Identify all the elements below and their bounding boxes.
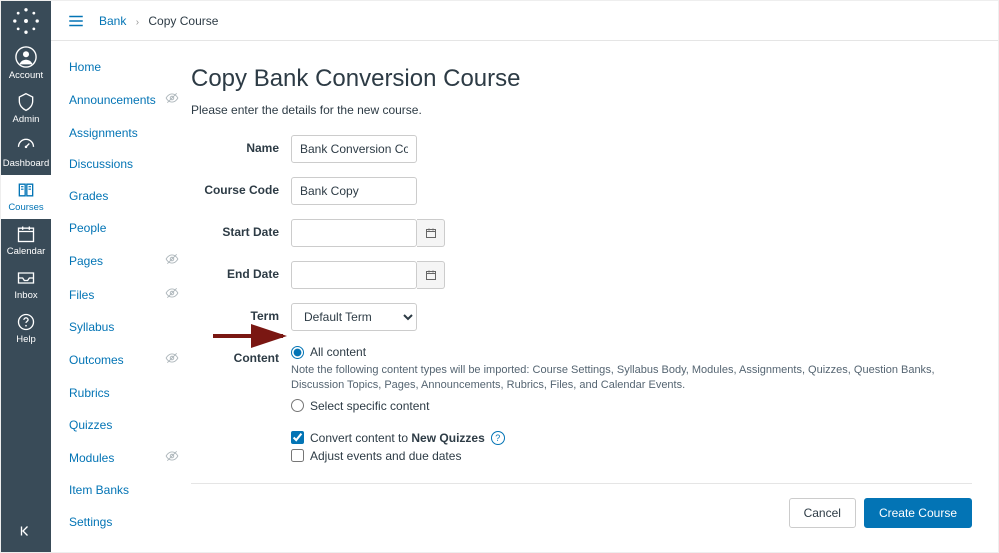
course-nav-item[interactable]: Outcomes [69,347,191,374]
gn-item-help[interactable]: Help [1,307,51,351]
course-nav-item[interactable]: Modules [69,445,191,472]
breadcrumb: Bank › Copy Course [99,14,218,28]
content-label: Content [191,345,291,365]
course-nav-item[interactable]: Files [69,282,191,309]
radio-all-content-input[interactable] [291,346,304,359]
course-nav-item-label: Pages [69,253,103,270]
breadcrumb-leaf: Copy Course [148,14,218,28]
course-nav-item[interactable]: Settings [69,510,191,535]
name-label: Name [191,135,291,155]
top-bar: Bank › Copy Course [51,1,998,41]
course-nav-item[interactable]: People [69,216,191,241]
course-nav-item[interactable]: Announcements [69,87,191,114]
course-nav-item[interactable]: Rubrics [69,381,191,406]
code-input[interactable] [291,177,417,205]
name-input[interactable] [291,135,417,163]
create-course-button[interactable]: Create Course [864,498,972,528]
gn-item-calendar[interactable]: Calendar [1,219,51,263]
course-nav-item-label: Outcomes [69,352,124,369]
gn-item-account[interactable]: Account [1,41,51,87]
course-nav-item-label: Grades [69,188,108,205]
course-nav-item-label: Files [69,287,94,304]
hidden-eye-icon [165,351,179,370]
hidden-eye-icon [165,286,179,305]
course-nav-item[interactable]: Item Banks [69,478,191,503]
calendar-icon [16,224,36,244]
code-label: Course Code [191,177,291,197]
course-nav-item-label: Home [69,59,101,76]
course-nav-item[interactable]: Pages [69,248,191,275]
cancel-button[interactable]: Cancel [789,498,856,528]
hamburger-button[interactable] [65,10,87,32]
page-subhead: Please enter the details for the new cou… [191,103,972,117]
radio-all-content-label: All content [310,345,366,359]
breadcrumb-sep: › [136,17,139,28]
radio-specific-content[interactable]: Select specific content [291,399,972,413]
hidden-eye-icon [165,252,179,271]
calendar-icon [425,227,437,239]
course-nav-item[interactable]: Discussions [69,152,191,177]
radio-specific-content-input[interactable] [291,399,304,412]
start-date-input[interactable] [291,219,417,247]
end-date-input[interactable] [291,261,417,289]
course-nav-item-label: Syllabus [69,319,114,336]
hamburger-icon [67,12,85,30]
gn-item-dashboard[interactable]: Dashboard [1,131,51,175]
gn-item-admin[interactable]: Admin [1,87,51,131]
app-logo [1,1,51,41]
course-nav: Home Announcements Assignments Discussions G… [51,41,191,552]
course-nav-item-label: Modules [69,450,114,467]
term-select[interactable]: Default Term [291,303,417,331]
course-nav-item[interactable]: Syllabus [69,315,191,340]
course-nav-item-label: Item Banks [69,482,129,499]
collapse-icon [17,522,35,540]
check-adjust-dates[interactable]: Adjust events and due dates [291,449,505,463]
inbox-icon [16,268,36,288]
main: Copy Bank Conversion Course Please enter… [191,41,998,552]
course-nav-item[interactable]: Grades [69,184,191,209]
gn-item-courses[interactable]: Courses [1,175,51,219]
hidden-eye-icon [165,449,179,468]
check-adjust-dates-label: Adjust events and due dates [310,449,461,463]
convert-help-icon[interactable]: ? [491,431,505,445]
check-convert-quizzes-label: Convert content to New Quizzes [310,431,485,445]
end-date-picker-button[interactable] [417,261,445,289]
course-nav-item-label: Quizzes [69,417,112,434]
course-nav-item-label: Discussions [69,156,133,173]
dashboard-icon [16,136,36,156]
calendar-icon [425,269,437,281]
course-nav-item[interactable]: Quizzes [69,413,191,438]
collapse-nav-button[interactable] [1,510,51,552]
check-convert-quizzes-input[interactable] [291,431,304,444]
radio-specific-content-label: Select specific content [310,399,429,413]
help-icon [16,312,36,332]
courses-icon [16,180,36,200]
term-label: Term [191,303,291,323]
start-label: Start Date [191,219,291,239]
radio-all-content[interactable]: All content [291,345,972,359]
hidden-eye-icon [165,91,179,110]
check-adjust-dates-input[interactable] [291,449,304,462]
canvas-logo-icon [12,7,40,35]
user-icon [15,46,37,68]
button-row: Cancel Create Course [191,483,972,528]
page-title: Copy Bank Conversion Course [191,65,972,93]
breadcrumb-root[interactable]: Bank [99,14,126,28]
course-nav-item[interactable]: Assignments [69,121,191,146]
content-note: Note the following content types will be… [291,363,972,393]
gn-item-inbox[interactable]: Inbox [1,263,51,307]
admin-icon [16,92,36,112]
course-nav-item[interactable]: Home [69,55,191,80]
global-nav: Account Admin Dashboard Courses Calendar… [1,1,51,552]
check-convert-quizzes[interactable]: Convert content to New Quizzes ? [291,431,505,445]
course-nav-item-label: Settings [69,514,112,531]
course-nav-item-label: Rubrics [69,385,110,402]
course-nav-item-label: Announcements [69,92,156,109]
start-date-picker-button[interactable] [417,219,445,247]
course-nav-item-label: People [69,220,106,237]
end-label: End Date [191,261,291,281]
course-nav-item-label: Assignments [69,125,138,142]
